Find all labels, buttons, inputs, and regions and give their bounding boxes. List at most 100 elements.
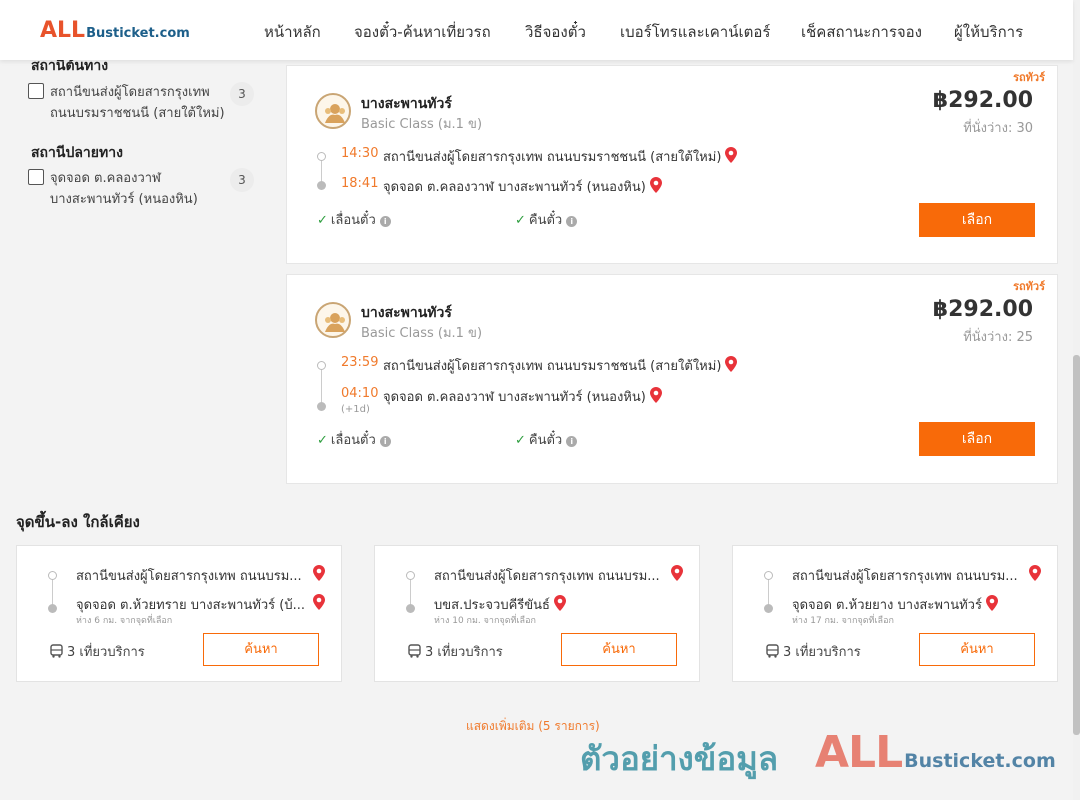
to-dot	[48, 604, 57, 613]
info-icon[interactable]: i	[379, 436, 391, 447]
nearby-to: จุดจอด ต.ห้วยยาง บางสะพานทัวร์	[792, 594, 998, 615]
operator-name: บางสะพานทัวร์	[361, 305, 452, 321]
info-icon[interactable]: i	[566, 436, 578, 447]
route-line	[321, 369, 322, 405]
nav-book-search[interactable]: จองตั๋ว-ค้นหาเที่ยวรถ	[354, 20, 491, 44]
destination-checkbox[interactable]	[28, 169, 44, 185]
origin-filter-item[interactable]: สถานีขนส่งผู้โดยสารกรุงเทพ ถนนบรมราชชนนี…	[28, 82, 256, 126]
nearby-card: สถานีขนส่งผู้โดยสารกรุงเทพ ถนนบรม... จุด…	[16, 545, 342, 682]
map-pin-icon[interactable]	[1029, 565, 1041, 581]
map-pin-icon[interactable]	[649, 387, 662, 403]
next-day-note: (+1d)	[341, 404, 370, 415]
bus-icon	[408, 644, 421, 658]
map-pin-icon[interactable]	[725, 356, 738, 372]
sample-data-watermark: ตัวอย่างข้อมูล	[580, 739, 779, 778]
nav-check-booking[interactable]: เช็คสถานะการจอง	[801, 20, 922, 44]
trip-card: รถทัวร์ บางสะพานทัวร์ Basic Class (ม.1 ข…	[286, 274, 1058, 484]
seats-available: ที่นั่งว่าง: 25	[963, 330, 1033, 345]
info-icon[interactable]: i	[566, 216, 578, 227]
map-pin-icon[interactable]	[313, 594, 325, 610]
check-icon: ✓	[317, 213, 328, 228]
nearby-distance: ห่าง 10 กม. จากจุดที่เลือก	[434, 616, 536, 626]
select-trip-button[interactable]: เลือก	[919, 203, 1035, 237]
map-pin-icon[interactable]	[671, 565, 683, 581]
destination-count-badge: 3	[230, 168, 254, 192]
destination-filter-item[interactable]: จุดจอด ต.คลองวาฬ บางสะพานทัวร์ (หนองหิน)…	[28, 168, 256, 212]
nearby-trip-count: 3 เที่ยวบริการ	[408, 641, 503, 662]
arrive-place: จุดจอด ต.คลองวาฬ บางสะพานทัวร์ (หนองหิน)	[383, 176, 662, 197]
watermark-logo: ALL Busticket.com	[815, 727, 1056, 778]
depart-dot	[317, 361, 326, 370]
vehicle-type-tag: รถทัวร์	[1013, 280, 1045, 293]
map-pin-icon[interactable]	[649, 177, 662, 193]
trip-card: รถทัวร์ บางสะพานทัวร์ Basic Class (ม.1 ข…	[286, 65, 1058, 264]
refund-feature: ✓ คืนตั๋ว i	[515, 429, 578, 450]
depart-place: สถานีขนส่งผู้โดยสารกรุงเทพ ถนนบรมราชชนนี…	[383, 146, 738, 167]
nearby-from: สถานีขนส่งผู้โดยสารกรุงเทพ ถนนบรม...	[792, 569, 1018, 584]
nearby-from: สถานีขนส่งผู้โดยสารกรุงเทพ ถนนบรม...	[76, 569, 302, 584]
map-pin-icon[interactable]	[985, 595, 998, 611]
bus-icon	[50, 644, 63, 658]
operator-logo-icon	[315, 302, 351, 338]
main-nav: หน้าหลัก จองตั๋ว-ค้นหาเที่ยวรถ วิธีจองตั…	[0, 20, 1073, 41]
operator-name: บางสะพานทัวร์	[361, 96, 452, 112]
route-line	[410, 577, 411, 605]
nearby-to: จุดจอด ต.ห้วยทราย บางสะพานทัวร์ (บ้...	[76, 598, 305, 613]
to-dot	[764, 604, 773, 613]
vehicle-type-tag: รถทัวร์	[1013, 71, 1045, 84]
check-icon: ✓	[515, 213, 526, 228]
nearby-search-button[interactable]: ค้นหา	[919, 633, 1035, 666]
select-trip-button[interactable]: เลือก	[919, 422, 1035, 456]
nav-home[interactable]: หน้าหลัก	[264, 20, 321, 44]
destination-filter-label: จุดจอด ต.คลองวาฬ บางสะพานทัวร์ (หนองหิน)	[50, 171, 198, 207]
info-icon[interactable]: i	[379, 216, 391, 227]
nearby-card: สถานีขนส่งผู้โดยสารกรุงเทพ ถนนบรม... จุด…	[732, 545, 1058, 682]
from-dot	[764, 571, 773, 580]
to-dot	[406, 604, 415, 613]
nearby-from: สถานีขนส่งผู้โดยสารกรุงเทพ ถนนบรม...	[434, 569, 660, 584]
operator-logo-icon	[315, 93, 351, 129]
arrive-time: 04:10	[341, 386, 379, 401]
nav-how-to-book[interactable]: วิธีจองตั๋ว	[525, 20, 586, 44]
refund-feature: ✓ คืนตั๋ว i	[515, 209, 578, 230]
check-icon: ✓	[317, 433, 328, 448]
nearby-distance: ห่าง 17 กม. จากจุดที่เลือก	[792, 616, 894, 626]
bus-icon	[766, 644, 779, 658]
route-line	[52, 577, 53, 605]
nearby-card: สถานีขนส่งผู้โดยสารกรุงเทพ ถนนบรม... บขส…	[374, 545, 700, 682]
depart-time: 14:30	[341, 146, 379, 161]
check-icon: ✓	[515, 433, 526, 448]
depart-time: 23:59	[341, 355, 379, 370]
seats-available: ที่นั่งว่าง: 30	[963, 121, 1033, 136]
map-pin-icon[interactable]	[553, 595, 566, 611]
map-pin-icon[interactable]	[725, 147, 738, 163]
arrive-dot	[317, 402, 326, 411]
site-header: ALL Busticket.com หน้าหลัก จองตั๋ว-ค้นหา…	[0, 0, 1073, 60]
arrive-dot	[317, 181, 326, 190]
depart-place: สถานีขนส่งผู้โดยสารกรุงเทพ ถนนบรมราชชนนี…	[383, 355, 738, 376]
origin-checkbox[interactable]	[28, 83, 44, 99]
destination-filter-heading: สถานีปลายทาง	[31, 145, 123, 161]
nearby-section-title: จุดขึ้น-ลง ใกล้เคียง	[16, 513, 140, 531]
from-dot	[48, 571, 57, 580]
trip-price: ฿292.00	[932, 88, 1033, 113]
nearby-trip-count: 3 เที่ยวบริการ	[766, 641, 861, 662]
postpone-feature: ✓ เลื่อนตั๋ว i	[317, 429, 391, 450]
nearby-trip-count: 3 เที่ยวบริการ	[50, 641, 145, 662]
from-dot	[406, 571, 415, 580]
origin-count-badge: 3	[230, 82, 254, 106]
nav-contact-counter[interactable]: เบอร์โทรและเคาน์เตอร์	[620, 20, 770, 44]
nearby-distance: ห่าง 6 กม. จากจุดที่เลือก	[76, 616, 173, 626]
arrive-time: 18:41	[341, 176, 379, 191]
arrive-place: จุดจอด ต.คลองวาฬ บางสะพานทัวร์ (หนองหิน)	[383, 386, 662, 407]
trip-price: ฿292.00	[932, 297, 1033, 322]
origin-filter-label: สถานีขนส่งผู้โดยสารกรุงเทพ ถนนบรมราชชนนี…	[50, 85, 225, 121]
depart-dot	[317, 152, 326, 161]
scrollbar-thumb[interactable]	[1073, 355, 1080, 735]
map-pin-icon[interactable]	[313, 565, 325, 581]
nearby-search-button[interactable]: ค้นหา	[561, 633, 677, 666]
nearby-to: บขส.ประจวบคีรีขันธ์	[434, 594, 566, 615]
nav-operators[interactable]: ผู้ให้บริการ	[954, 20, 1023, 44]
page-scrollbar[interactable]	[1073, 0, 1080, 800]
nearby-search-button[interactable]: ค้นหา	[203, 633, 319, 666]
